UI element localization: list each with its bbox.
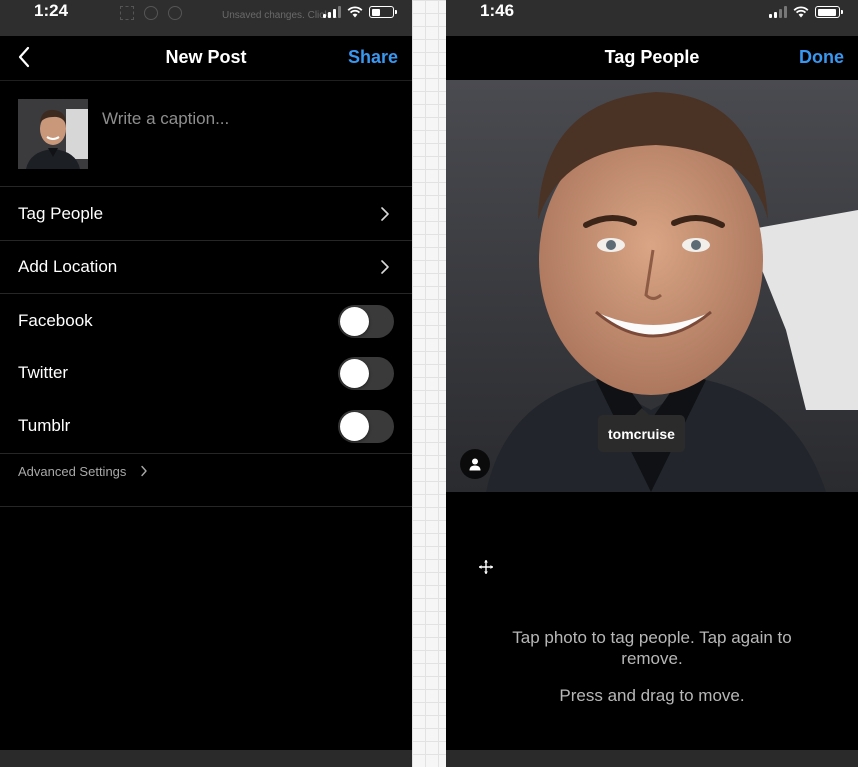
toggle-knob <box>340 359 369 388</box>
status-bar: 1:46 <box>446 0 858 36</box>
status-icons <box>323 4 397 18</box>
drag-instructions: Press and drag to move. <box>559 686 745 705</box>
done-button[interactable]: Done <box>799 47 844 68</box>
caption-section <box>0 80 412 187</box>
move-cursor-icon <box>479 560 493 574</box>
nav-bar: New Post Share <box>0 36 412 80</box>
facebook-toggle[interactable] <box>338 305 394 338</box>
tumblr-toggle[interactable] <box>338 410 394 443</box>
chevron-right-icon <box>381 260 389 274</box>
wifi-icon <box>347 6 363 18</box>
canvas-grid-background <box>412 0 446 767</box>
nav-bar: Tag People Done <box>446 36 858 80</box>
tag-people-label: Tag People <box>18 204 104 223</box>
status-time: 1:46 <box>480 1 515 20</box>
people-tag-label[interactable]: tomcruise <box>598 408 685 452</box>
tag-people-row[interactable]: Tag People <box>0 188 412 241</box>
battery-icon <box>815 6 843 18</box>
battery-icon <box>369 6 397 18</box>
fullscreen-icon <box>120 6 134 20</box>
status-icons <box>769 4 843 18</box>
page-title: Tag People <box>604 47 700 67</box>
tumblr-label: Tumblr <box>18 416 71 435</box>
add-location-label: Add Location <box>18 257 118 276</box>
zoom-in-icon <box>144 6 158 20</box>
advanced-settings-label: Advanced Settings <box>18 464 127 479</box>
person-icon[interactable] <box>460 449 490 479</box>
home-indicator-bar <box>446 750 858 767</box>
unsaved-changes-note: Unsaved changes. Click... <box>222 10 338 21</box>
status-bar: Unsaved changes. Click... 1:24 <box>0 0 412 36</box>
toggle-knob <box>340 412 369 441</box>
caption-input[interactable] <box>102 109 382 129</box>
chevron-right-icon <box>141 465 147 477</box>
zoom-out-icon <box>168 6 182 20</box>
advanced-settings-row[interactable]: Advanced Settings <box>0 453 412 507</box>
chevron-right-icon <box>381 207 389 221</box>
tumblr-share-row: Tumblr <box>0 400 412 452</box>
facebook-label: Facebook <box>18 311 93 330</box>
tag-photo[interactable]: tomcruise <box>446 80 858 492</box>
signal-icon <box>769 6 787 18</box>
twitter-toggle[interactable] <box>338 357 394 390</box>
status-time: 1:24 <box>34 1 69 20</box>
new-post-screen: Unsaved changes. Click... 1:24 New Post … <box>0 0 412 767</box>
toggle-knob <box>340 307 369 336</box>
home-indicator-bar <box>0 750 412 767</box>
facebook-share-row: Facebook <box>0 295 412 347</box>
share-button[interactable]: Share <box>348 47 398 68</box>
twitter-share-row: Twitter <box>0 347 412 399</box>
wifi-icon <box>793 6 809 18</box>
ghost-editor-toolbar <box>120 6 182 20</box>
tag-people-screen: 1:46 Tag People Done tomcruise Tap photo… <box>446 0 858 767</box>
portrait-image <box>18 99 88 169</box>
tag-instructions: Tap photo to tag people. Tap again to re… <box>512 628 792 668</box>
post-thumbnail <box>18 99 88 169</box>
twitter-label: Twitter <box>18 363 69 382</box>
add-location-row[interactable]: Add Location <box>0 241 412 294</box>
signal-icon <box>323 6 341 18</box>
